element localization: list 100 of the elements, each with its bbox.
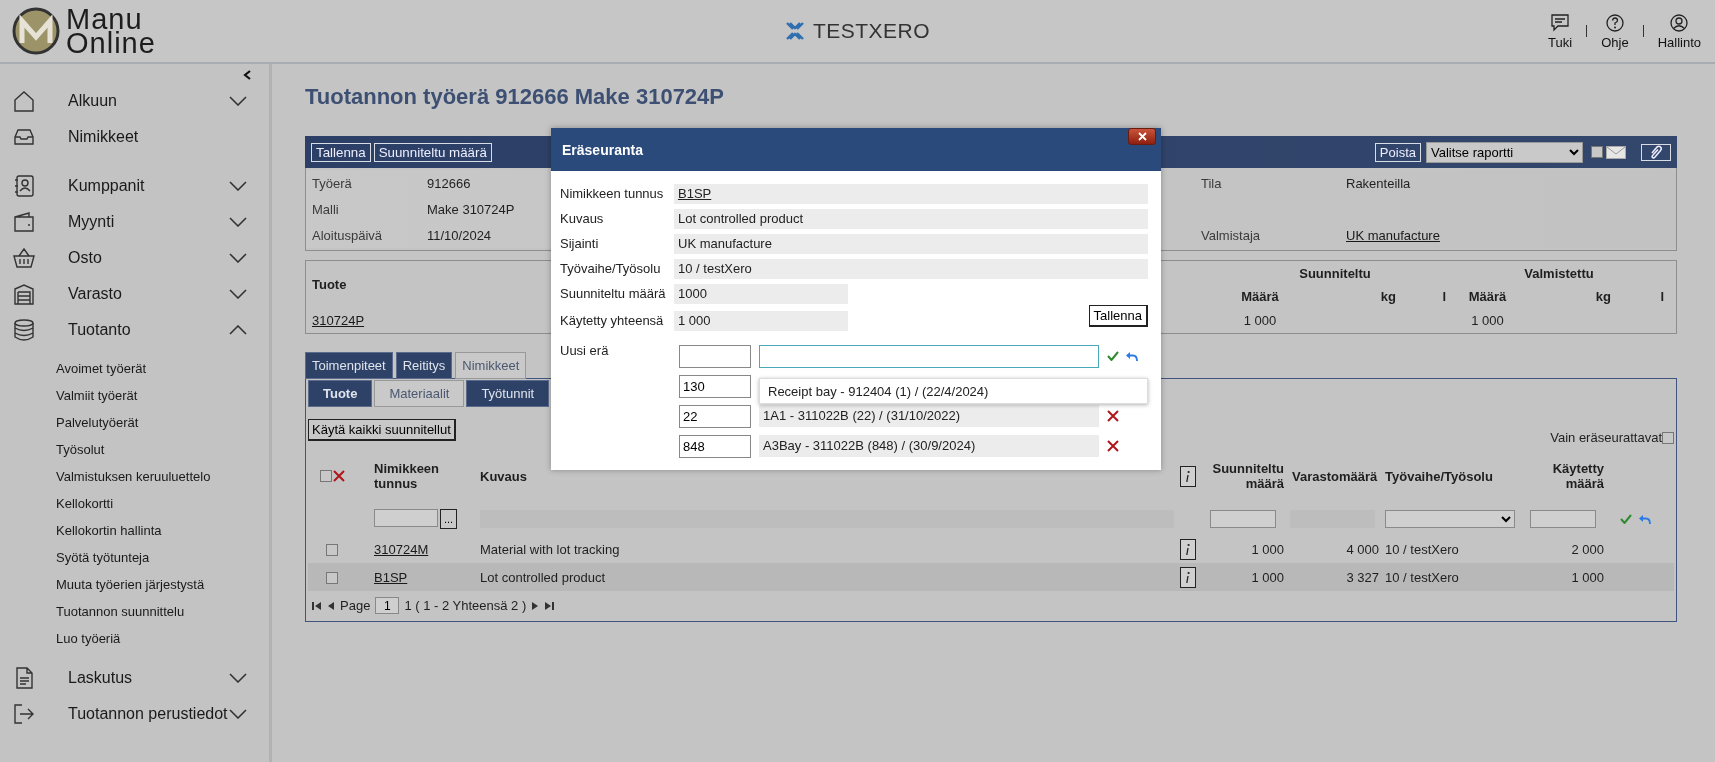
company-name: TESTXERO — [812, 19, 931, 43]
submenu-item[interactable]: Kellokortti — [56, 490, 114, 517]
field-value: 1 000 — [674, 311, 848, 331]
menu-item[interactable]: Tuotanto — [68, 321, 131, 339]
header-link[interactable]: Ohje — [1601, 12, 1629, 50]
lot-only-checkbox[interactable] — [1662, 431, 1674, 444]
column-header: l — [1660, 288, 1665, 304]
last-page-icon — [545, 600, 555, 611]
submenu-item[interactable]: Kellokortin hallinta — [56, 517, 162, 544]
previous-page-icon — [326, 600, 335, 611]
table-cell-text: 10 / testXero — [1385, 569, 1460, 585]
field-label: Työerä — [312, 175, 352, 191]
item-link[interactable]: 310724M — [374, 541, 429, 557]
table-cell-text: 2 000 — [1570, 541, 1605, 557]
submenu-item[interactable]: Valmiit työerät — [56, 382, 138, 409]
chevron-down-icon[interactable] — [229, 289, 247, 299]
table-cell: 1 000 — [1243, 312, 1277, 328]
confirm-icon[interactable] — [1107, 351, 1119, 361]
close-button[interactable] — [1128, 128, 1156, 145]
submenu-item[interactable]: Syötä työtunteja — [56, 544, 150, 571]
header-link[interactable]: Hallinto — [1657, 12, 1701, 50]
item-link[interactable]: B1SP — [678, 186, 712, 201]
chevron-down-icon[interactable] — [229, 673, 247, 683]
tab[interactable]: Toimenpiteet — [305, 352, 393, 379]
save-button[interactable]: Tallenna — [1088, 305, 1148, 327]
toolbar-button[interactable]: Tallenna — [311, 142, 371, 162]
quantity-field[interactable]: 130 — [679, 374, 751, 398]
remove-icon[interactable] — [1107, 440, 1119, 452]
select-all-checkbox[interactable] — [320, 470, 332, 482]
item-link[interactable]: B1SP — [374, 569, 408, 585]
submenu-item[interactable]: Muuta työerien järjestystä — [56, 571, 205, 598]
header-link[interactable]: Tuki — [1548, 12, 1573, 50]
menu-item[interactable]: Kumppanit — [68, 177, 145, 195]
clear-icon[interactable] — [333, 470, 345, 482]
menu-item[interactable]: Varasto — [68, 285, 122, 303]
field-label: Kuvaus — [560, 210, 605, 226]
quantity-field[interactable]: 848 — [679, 434, 751, 458]
basket-icon — [12, 246, 36, 270]
submenu-item[interactable]: Työsolut — [56, 436, 105, 463]
column-header: Työvaihe/Työsolu — [1385, 468, 1494, 484]
mail-icon[interactable] — [1606, 145, 1626, 159]
column-header: Nimikkeen tunnus — [374, 461, 441, 491]
chevron-up-icon[interactable] — [229, 325, 247, 335]
page-field[interactable]: 1 — [375, 597, 400, 614]
use-all-button[interactable]: Käytä kaikki suunnitellut — [308, 418, 456, 441]
info-icon[interactable] — [1180, 538, 1196, 560]
tab[interactable]: Materiaalit — [374, 380, 465, 407]
remove-icon[interactable] — [1107, 410, 1119, 422]
collapse-icon[interactable] — [243, 70, 251, 80]
filter-field[interactable] — [374, 509, 438, 527]
report-select[interactable]: Valitse raportti — [1426, 141, 1583, 163]
attach-button[interactable] — [1641, 143, 1671, 161]
chevron-down-icon[interactable] — [229, 217, 247, 227]
quantity-field[interactable]: 22 — [679, 404, 751, 428]
filter-field[interactable] — [1210, 510, 1276, 528]
field-label: Aloituspäivä — [312, 227, 383, 243]
help-icon — [1604, 12, 1625, 33]
tab[interactable]: Nimikkeet — [455, 352, 527, 379]
tab[interactable]: Tuote — [308, 380, 373, 407]
column-header: Määrä — [1468, 288, 1507, 304]
menu-item[interactable]: Laskutus — [68, 669, 133, 687]
value-link[interactable]: UK manufacture — [1346, 227, 1440, 243]
lookup-button[interactable]: ... — [440, 509, 458, 529]
chevron-down-icon[interactable] — [229, 96, 247, 106]
menu-item[interactable]: Alkuun — [68, 92, 117, 110]
chevron-down-icon[interactable] — [229, 181, 247, 191]
product-link[interactable]: 310724P — [306, 312, 365, 328]
email-checkbox[interactable] — [1591, 146, 1603, 158]
chevron-down-icon[interactable] — [229, 253, 247, 263]
menu-item[interactable]: Nimikkeet — [68, 128, 139, 146]
lot-value: A3Bay - 311022B (848) / (30/9/2024) — [759, 435, 1099, 457]
table-cell-text: Lot controlled product — [480, 569, 607, 585]
column-header: Kuvaus — [480, 468, 528, 484]
submenu-item[interactable]: Valmistuksen keruuluettelo — [56, 463, 211, 490]
filter-field[interactable] — [1530, 510, 1596, 528]
suggestion-item[interactable]: Receipt bay - 912404 (1) / (22/4/2024) — [759, 378, 1148, 404]
tab[interactable]: Työtunnit — [466, 380, 550, 407]
submenu-item[interactable]: Avoimet työerät — [56, 355, 147, 382]
chevron-down-icon[interactable] — [229, 709, 247, 719]
toolbar-button[interactable]: Suunniteltu määrä — [373, 142, 492, 162]
row-checkbox[interactable] — [326, 572, 338, 585]
menu-item[interactable]: Myynti — [68, 213, 115, 231]
undo-icon[interactable] — [1125, 350, 1138, 362]
exit-icon — [12, 702, 36, 726]
info-icon[interactable] — [1180, 566, 1196, 588]
lot-search-field[interactable] — [759, 344, 1099, 368]
tab[interactable]: Reititys — [395, 352, 453, 379]
page-title: Tuotannon työerä 912666 Make 310724P — [305, 84, 725, 110]
menu-item[interactable]: Osto — [68, 249, 102, 267]
delete-button[interactable]: Poista — [1374, 142, 1421, 162]
table-cell-text: 1 000 — [1570, 569, 1605, 585]
table-cell: 1 000 — [1471, 312, 1504, 328]
database-icon — [12, 318, 36, 342]
submenu-item[interactable]: Tuotannon suunnittelu — [56, 598, 185, 625]
submenu-item[interactable]: Luo työeriä — [56, 625, 121, 652]
quantity-field[interactable] — [679, 344, 751, 368]
menu-item[interactable]: Tuotannon perustiedot — [68, 705, 228, 723]
submenu-item[interactable]: Palvelutyöerät — [56, 409, 139, 436]
row-checkbox[interactable] — [326, 544, 338, 557]
confirm-icon[interactable] — [1620, 513, 1632, 524]
